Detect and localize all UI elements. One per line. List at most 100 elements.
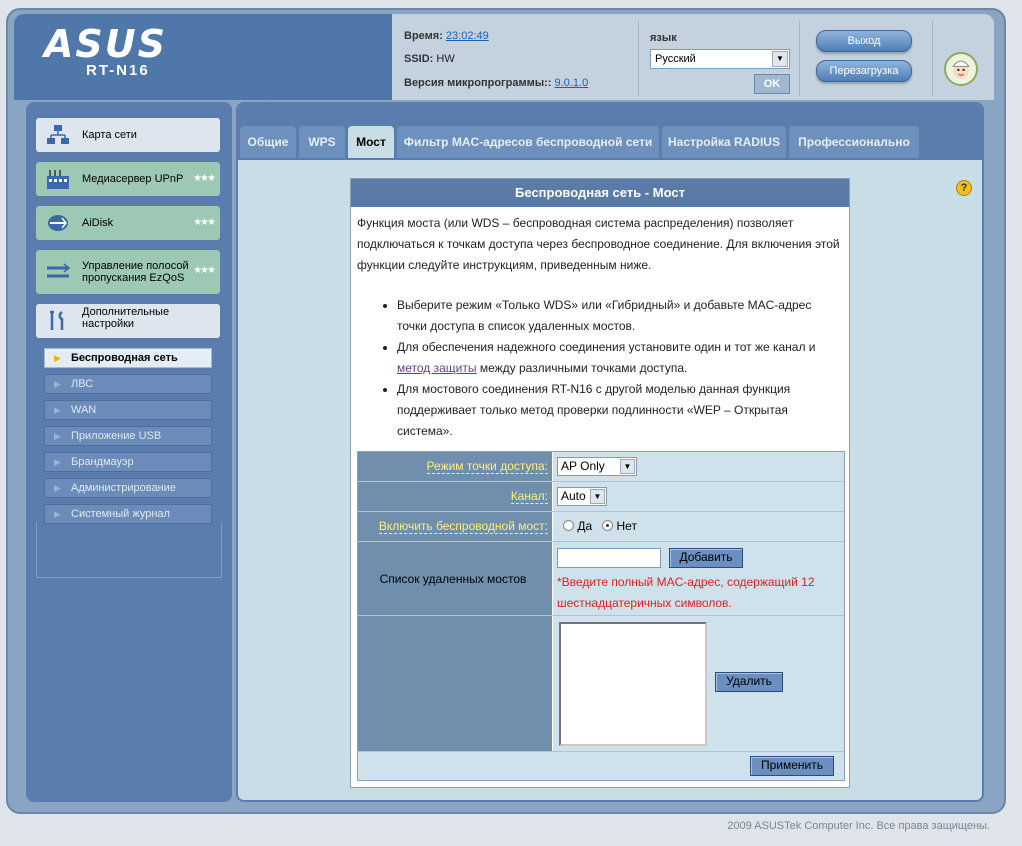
list-item-text: Для мостового соединения RT-N16 с другой…	[397, 382, 791, 438]
ap-mode-value: AP Only	[561, 459, 605, 473]
sidebar-item-advanced-settings[interactable]: Дополнительные настройки	[36, 304, 220, 338]
bridge-no-label: Нет	[616, 519, 637, 533]
arrow-right-icon: ▶	[54, 483, 61, 493]
divider	[932, 20, 933, 96]
sidebar-frame	[36, 522, 222, 578]
bridge-list-cell: Удалить	[553, 616, 844, 751]
header-curve-decoration	[254, 14, 394, 100]
bridge-enable-row: Включить беспроводной мост: Да Нет	[358, 512, 844, 542]
mascot-avatar-icon	[944, 52, 978, 86]
ssid-value: HW	[436, 53, 455, 65]
tab-professional[interactable]: Профессионально	[789, 126, 919, 158]
main-content: Общие WPS Мост Фильтр MAC-адресов беспро…	[236, 102, 984, 802]
sidebar-subitem-label: Системный журнал	[71, 508, 170, 520]
firmware-link[interactable]: 9.0.1.0	[555, 77, 589, 89]
ap-mode-label-text: Режим точки доступа:	[426, 459, 548, 474]
channel-label: Канал:	[358, 482, 552, 511]
sidebar: Карта сети Медиасервер UPnP ★★★ AiDisk ★…	[26, 102, 232, 802]
remote-bridge-row: Список удаленных мостов Добавить *Введит…	[358, 542, 844, 616]
arrow-right-icon: ▶	[54, 379, 61, 389]
sidebar-item-aidisk[interactable]: AiDisk ★★★	[36, 206, 220, 240]
sidebar-subitem-label: Администрирование	[71, 482, 176, 494]
page-frame: ASUS RT-N16 Время: 23:02:49 SSID: HW Вер…	[0, 0, 1022, 846]
sidebar-item-network-map[interactable]: Карта сети	[36, 118, 220, 152]
channel-select[interactable]: Auto ▼	[557, 487, 607, 506]
sidebar-subitem-wireless[interactable]: ▶ Беспроводная сеть	[44, 348, 212, 368]
sidebar-subitem-lan[interactable]: ▶ ЛВС	[44, 374, 212, 394]
tab-general[interactable]: Общие	[240, 126, 296, 158]
stars-icon: ★★★	[193, 265, 216, 276]
network-map-icon	[47, 125, 69, 144]
time-label: Время:	[404, 30, 443, 42]
reboot-button[interactable]: Перезагрузка	[816, 60, 912, 82]
ap-mode-label: Режим точки доступа:	[358, 452, 552, 481]
sidebar-subitem-label: Приложение USB	[71, 430, 162, 442]
arrow-right-icon: ▶	[54, 353, 61, 363]
asus-logo: ASUS	[44, 22, 168, 66]
security-method-link[interactable]: метод защиты	[397, 361, 477, 375]
language-select[interactable]: Русский ▼	[650, 49, 790, 69]
firmware-row: Версия микропрограммы:: 9.0.1.0	[404, 77, 588, 89]
remote-bridge-list[interactable]	[559, 622, 707, 746]
tab-wps[interactable]: WPS	[299, 126, 345, 158]
apply-row: Применить	[358, 752, 844, 780]
arrow-right-icon: ▶	[54, 431, 61, 441]
tab-bar: Общие WPS Мост Фильтр MAC-адресов беспро…	[238, 104, 982, 160]
stars-icon: ★★★	[193, 217, 216, 228]
channel-row: Канал: Auto ▼	[358, 482, 844, 512]
language-label: язык	[650, 32, 677, 44]
divider	[799, 20, 800, 96]
bridge-list-row: Удалить	[358, 616, 844, 752]
chevron-down-icon: ▼	[590, 489, 605, 504]
ap-mode-row: Режим точки доступа: AP Only ▼	[358, 452, 844, 482]
arrow-right-icon: ▶	[54, 457, 61, 467]
chevron-down-icon: ▼	[772, 51, 788, 67]
sidebar-subitem-administration[interactable]: ▶ Администрирование	[44, 478, 212, 498]
tab-radius[interactable]: Настройка RADIUS	[662, 126, 786, 158]
tab-bridge[interactable]: Мост	[348, 126, 394, 158]
arrow-right-icon: ▶	[54, 509, 61, 519]
panel-title: Беспроводная сеть - Мост	[351, 179, 849, 207]
remote-bridge-cell: Добавить *Введите полный MAC-адрес, соде…	[553, 542, 844, 615]
bridge-yes-label: Да	[577, 519, 593, 533]
divider	[638, 20, 639, 96]
channel-cell: Auto ▼	[553, 482, 844, 511]
help-icon[interactable]: ?	[956, 180, 972, 196]
ssid-label: SSID:	[404, 53, 434, 65]
apply-button[interactable]: Применить	[750, 756, 834, 776]
add-button[interactable]: Добавить	[669, 548, 743, 568]
instruction-list: Выберите режим «Только WDS» или «Гибридн…	[379, 295, 841, 442]
tab-mac-filter[interactable]: Фильтр MAC-адресов беспроводной сети	[397, 126, 659, 158]
list-item-text: между различными точками доступа.	[476, 361, 688, 375]
mac-address-input[interactable]	[557, 548, 661, 568]
ap-mode-select[interactable]: AP Only ▼	[557, 457, 637, 476]
sidebar-subitem-firewall[interactable]: ▶ Брандмауэр	[44, 452, 212, 472]
remote-bridge-label: Список удаленных мостов	[358, 542, 552, 615]
sidebar-item-media-server[interactable]: Медиасервер UPnP ★★★	[36, 162, 220, 196]
logout-button[interactable]: Выход	[816, 30, 912, 52]
delete-button[interactable]: Удалить	[715, 672, 783, 692]
bridge-list-label	[358, 616, 552, 751]
chevron-down-icon: ▼	[620, 459, 635, 474]
remote-bridge-label-text: Список удаленных мостов	[379, 571, 527, 586]
copyright-text: 2009 ASUSTek Computer Inc. Все права защ…	[727, 820, 990, 832]
intro-text: Функция моста (или WDS – беспроводная си…	[357, 216, 840, 272]
time-link[interactable]: 23:02:49	[446, 30, 489, 42]
list-item: Для мостового соединения RT-N16 с другой…	[397, 379, 841, 442]
bridge-no-radio[interactable]	[602, 520, 614, 531]
arrow-right-icon: ▶	[54, 405, 61, 415]
sidebar-subitem-system-log[interactable]: ▶ Системный журнал	[44, 504, 212, 524]
media-server-icon	[47, 170, 69, 189]
bridge-settings-panel: Беспроводная сеть - Мост Функция моста (…	[350, 178, 850, 788]
bridge-radio-group: Да Нет	[563, 519, 637, 533]
bridge-yes-radio[interactable]	[563, 520, 574, 531]
language-ok-button[interactable]: OK	[754, 74, 790, 94]
bridge-form: Режим точки доступа: AP Only ▼ Канал: Au…	[357, 451, 845, 781]
language-value: Русский	[655, 53, 696, 65]
channel-value: Auto	[561, 489, 586, 503]
tools-icon	[50, 310, 64, 330]
sidebar-subitem-usb-app[interactable]: ▶ Приложение USB	[44, 426, 212, 446]
sidebar-subitem-wan[interactable]: ▶ WAN	[44, 400, 212, 420]
bridge-enable-cell: Да Нет	[553, 512, 844, 541]
sidebar-item-ezqos[interactable]: Управление полосой пропускания EzQoS ★★★	[36, 250, 220, 294]
